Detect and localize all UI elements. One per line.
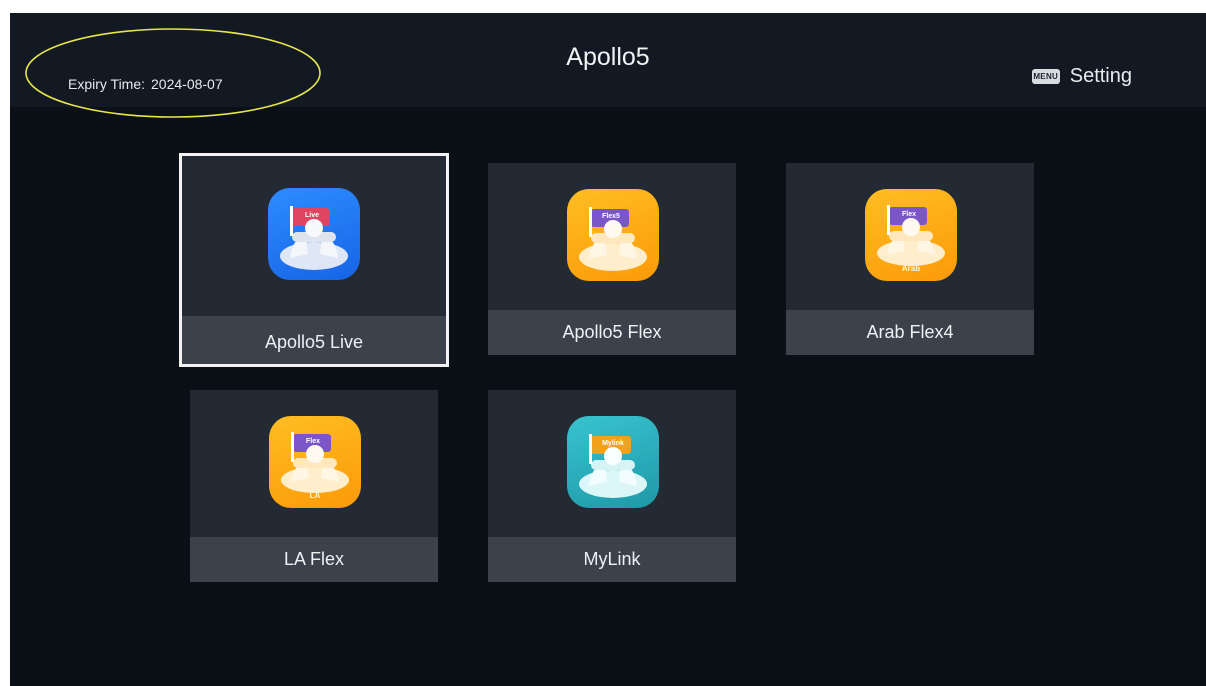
icon-flag-text: Live bbox=[304, 212, 319, 219]
icon-flag-text: Flex bbox=[305, 438, 320, 445]
setting-button[interactable]: MENU Setting bbox=[1031, 65, 1132, 88]
apollo5-live-icon: Live bbox=[268, 188, 360, 280]
app-label: Apollo5 Flex bbox=[488, 310, 736, 355]
app-tile-apollo5-live[interactable]: Live Apollo5 Live bbox=[179, 153, 449, 367]
app-tile-apollo5-flex[interactable]: Flex5 Apollo5 Flex bbox=[488, 163, 736, 355]
icon-sub-label: Arab bbox=[901, 264, 921, 273]
app-label: LA Flex bbox=[190, 537, 438, 582]
expiry-info: Expiry Time: 2024-08-07 bbox=[23, 25, 323, 121]
icon-flag-text: Flex bbox=[901, 211, 916, 218]
setting-label: Setting bbox=[1069, 65, 1132, 87]
app-tile-arab-flex4[interactable]: Flex Arab Arab Flex4 bbox=[786, 163, 1034, 355]
app-tile-mylink[interactable]: Mylink MyLink bbox=[488, 390, 736, 582]
icon-sub-label: LA bbox=[309, 491, 321, 500]
icon-flag-text: Mylink bbox=[602, 440, 624, 447]
page-title: Apollo5 bbox=[566, 43, 650, 71]
menu-key-icon: MENU bbox=[1031, 69, 1060, 84]
arab-flex4-icon: Flex Arab bbox=[865, 189, 957, 281]
expiry-date: 2024-08-07 bbox=[151, 76, 223, 92]
app-label: Arab Flex4 bbox=[786, 310, 1034, 355]
app-tile-la-flex[interactable]: Flex LA LA Flex bbox=[190, 390, 438, 582]
expiry-label: Expiry Time: bbox=[68, 76, 146, 92]
apollo5-flex-icon: Flex5 bbox=[567, 189, 659, 281]
app-label: MyLink bbox=[488, 537, 736, 582]
la-flex-icon: Flex LA bbox=[269, 416, 361, 508]
mylink-icon: Mylink bbox=[567, 416, 659, 508]
icon-flag-text: Flex5 bbox=[602, 213, 620, 220]
highlight-ellipse bbox=[25, 28, 321, 118]
tv-screen: Expiry Time: 2024-08-07 Apollo5 MENU Sett… bbox=[10, 13, 1206, 686]
app-label: Apollo5 Live bbox=[182, 316, 446, 364]
